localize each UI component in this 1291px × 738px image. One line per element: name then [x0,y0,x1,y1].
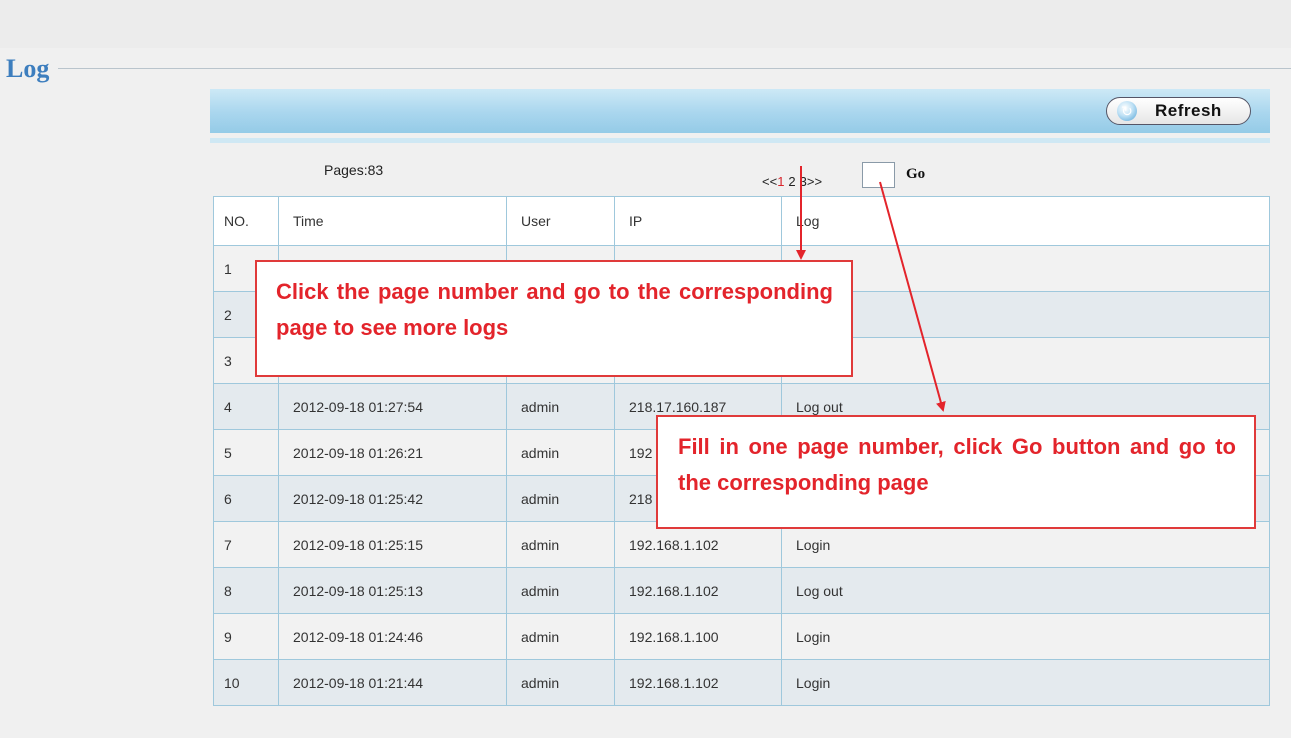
cell-time: 2012-09-18 01:24:46 [278,613,507,660]
page-number-callout: Click the page number and go to the corr… [255,260,853,377]
cell-time: 2012-09-18 01:25:42 [278,475,507,522]
column-header-no: NO. [213,196,279,246]
table-row: 10 2012-09-18 01:21:44 admin 192.168.1.1… [213,659,1270,706]
page-link-1[interactable]: 1 [777,174,784,189]
cell-log: Log out [781,567,1270,614]
cell-log: Login [781,613,1270,660]
go-button-callout: Fill in one page number, click Go button… [656,415,1256,529]
refresh-icon: ↻ [1117,101,1137,121]
cell-no: 8 [213,567,279,614]
cell-user: admin [506,475,615,522]
page-title: Log [6,54,50,83]
heading-divider [58,68,1291,69]
page-number-input[interactable] [862,162,895,188]
table-row: 8 2012-09-18 01:25:13 admin 192.168.1.10… [213,567,1270,614]
cell-user: admin [506,383,615,430]
cell-log: ff line [781,245,1270,292]
cell-time: 2012-09-18 01:26:21 [278,429,507,476]
cell-log [781,291,1270,338]
cell-time: 2012-09-18 01:25:15 [278,521,507,568]
refresh-button[interactable]: ↻ Refresh [1106,97,1251,125]
page-link-3[interactable]: 3 [800,174,807,189]
cell-ip: 192.168.1.102 [614,567,782,614]
cell-user: admin [506,521,615,568]
go-button[interactable]: Go [906,166,925,183]
cell-ip: 192.168.1.102 [614,659,782,706]
cell-log: t [781,337,1270,384]
toolbar-divider [210,138,1270,143]
cell-no: 5 [213,429,279,476]
column-header-time: Time [278,196,507,246]
cell-log: Login [781,659,1270,706]
cell-no: 6 [213,475,279,522]
column-header-ip: IP [614,196,782,246]
table-header-row: NO. Time User IP Log [213,196,1270,246]
pagination: << 1 2 3 >> [762,174,822,189]
cell-user: admin [506,567,615,614]
next-page-link[interactable]: >> [807,174,822,189]
page-link-2[interactable]: 2 [788,174,795,189]
column-header-user: User [506,196,615,246]
cell-ip: 192.168.1.100 [614,613,782,660]
cell-user: admin [506,429,615,476]
cell-no: 10 [213,659,279,706]
prev-page-link[interactable]: << [762,174,777,189]
table-row: 9 2012-09-18 01:24:46 admin 192.168.1.10… [213,613,1270,660]
top-strip [0,0,1291,48]
cell-time: 2012-09-18 01:21:44 [278,659,507,706]
cell-user: admin [506,613,615,660]
column-header-log: Log [781,196,1270,246]
refresh-label: Refresh [1155,101,1222,120]
cell-time: 2012-09-18 01:25:13 [278,567,507,614]
cell-no: 4 [213,383,279,430]
cell-no: 9 [213,613,279,660]
pages-count: Pages:83 [324,162,384,178]
cell-time: 2012-09-18 01:27:54 [278,383,507,430]
cell-user: admin [506,659,615,706]
cell-no: 7 [213,521,279,568]
